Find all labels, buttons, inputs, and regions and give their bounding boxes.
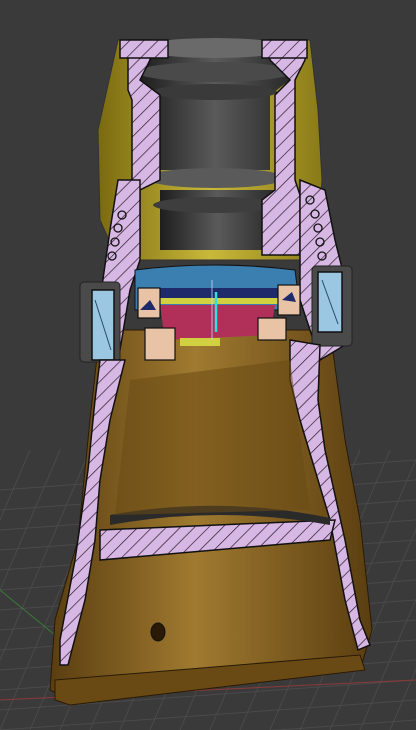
vent-hole[interactable] [150, 622, 166, 642]
inner-cone [115, 360, 310, 515]
upper-bore [140, 40, 290, 170]
bore-ring-4 [145, 168, 285, 188]
bore-ring-3 [153, 84, 277, 100]
grid-line [389, 668, 416, 730]
side-seal-left[interactable] [79, 281, 121, 363]
bearing-yellow-band [155, 298, 280, 304]
bore-ring-5 [153, 197, 277, 213]
assembly-section-view[interactable] [0, 0, 416, 730]
seal-ring-yellow [180, 338, 220, 346]
top-flange-left [119, 39, 169, 59]
side-seal-right[interactable] [311, 265, 353, 347]
top-flange-right [261, 39, 308, 59]
cad-viewport[interactable] [0, 0, 416, 730]
bore-ring-2 [137, 62, 293, 82]
